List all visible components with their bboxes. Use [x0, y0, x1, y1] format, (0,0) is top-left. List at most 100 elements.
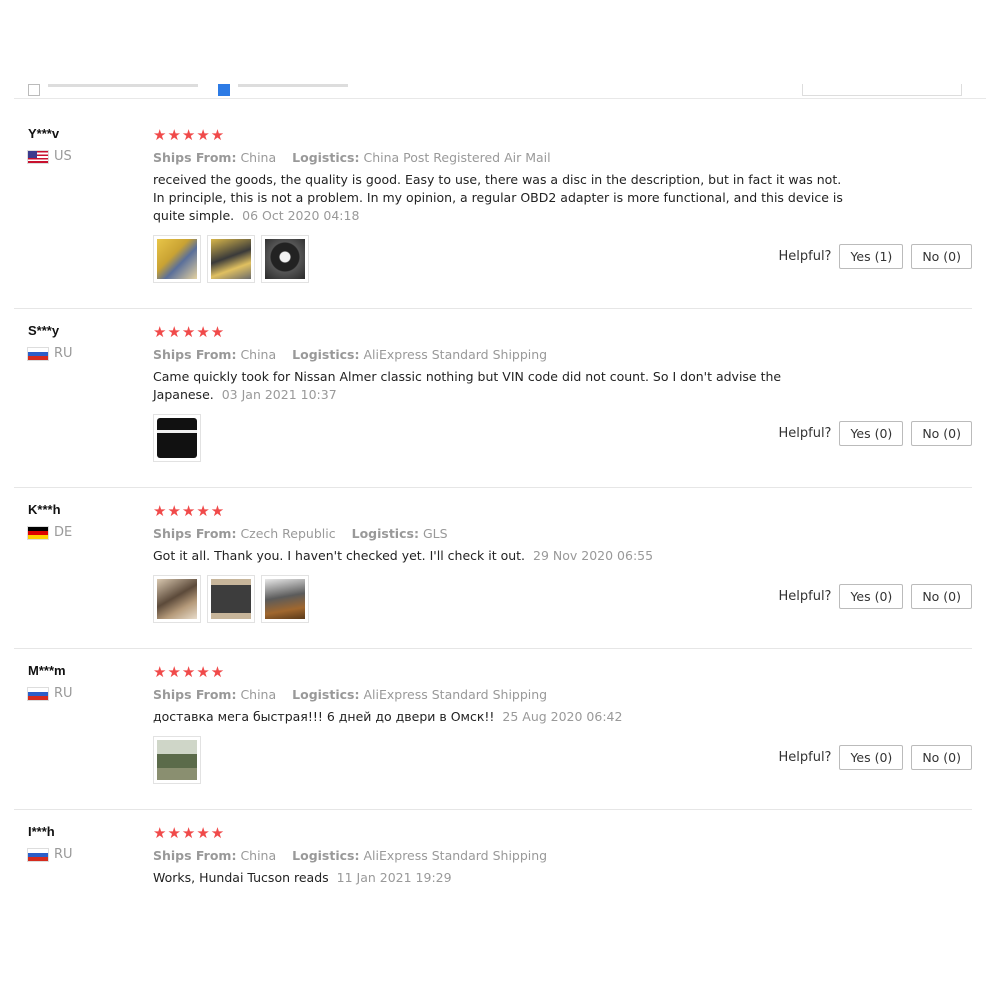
- ships-from-value: Czech Republic: [240, 526, 336, 541]
- user-name: Y***v: [28, 126, 60, 141]
- review-user: S***y RU: [28, 323, 138, 361]
- review-date: 06 Oct 2020 04:18: [242, 208, 360, 223]
- user-country: DE: [28, 525, 138, 540]
- helpful-label: Helpful?: [778, 750, 832, 765]
- helpful-label: Helpful?: [778, 589, 832, 604]
- helpful-controls: Helpful? Yes (0) No (0): [778, 745, 972, 770]
- filter-label-cut: [238, 84, 348, 87]
- filter-checkbox-checked[interactable]: [218, 84, 230, 96]
- logistics-value: AliExpress Standard Shipping: [363, 687, 548, 702]
- ships-from-label: Ships From:: [153, 526, 237, 541]
- review-text: Came quickly took for Nissan Almer class…: [153, 368, 843, 404]
- review-photo[interactable]: [153, 575, 201, 623]
- review-meta: Ships From: China Logistics: AliExpress …: [153, 687, 843, 702]
- review-photo[interactable]: [207, 235, 255, 283]
- helpful-controls: Helpful? Yes (1) No (0): [778, 244, 972, 269]
- helpful-yes-button[interactable]: Yes (0): [839, 584, 904, 609]
- user-country: RU: [28, 346, 138, 361]
- logistics-value: China Post Registered Air Mail: [363, 150, 551, 165]
- user-name: I***h: [28, 824, 55, 839]
- ships-from-value: China: [240, 848, 277, 863]
- review-list: Y***v US ★★★★★ Ships From: China Logisti…: [0, 112, 1000, 910]
- helpful-controls: Helpful? Yes (0) No (0): [778, 421, 972, 446]
- de-flag-icon: [28, 526, 48, 539]
- ships-from-value: China: [240, 347, 277, 362]
- review-body: Works, Hundai Tucson reads: [153, 870, 329, 885]
- review-photo[interactable]: [261, 575, 309, 623]
- review-meta: Ships From: China Logistics: AliExpress …: [153, 347, 843, 362]
- rating-stars: ★★★★★: [153, 502, 226, 520]
- review-text: Got it all. Thank you. I haven't checked…: [153, 547, 843, 565]
- review-content: ★★★★★ Ships From: China Logistics: China…: [153, 112, 863, 283]
- user-name: K***h: [28, 502, 61, 517]
- review-date: 25 Aug 2020 06:42: [502, 709, 623, 724]
- logistics-value: AliExpress Standard Shipping: [363, 848, 548, 863]
- review-user: K***h DE: [28, 502, 138, 540]
- logistics-value: AliExpress Standard Shipping: [363, 347, 548, 362]
- review-meta: Ships From: China Logistics: China Post …: [153, 150, 843, 165]
- review-photo[interactable]: [153, 235, 201, 283]
- ships-from-value: China: [240, 687, 277, 702]
- review-item: I***h RU ★★★★★ Ships From: China Logisti…: [14, 810, 972, 910]
- user-country: RU: [28, 686, 138, 701]
- review-photo[interactable]: [153, 736, 201, 784]
- review-item: M***m RU ★★★★★ Ships From: China Logisti…: [14, 649, 972, 810]
- ru-flag-icon: [28, 687, 48, 700]
- ships-from-label: Ships From:: [153, 848, 237, 863]
- review-content: ★★★★★ Ships From: Czech Republic Logisti…: [153, 488, 863, 623]
- review-photos: [153, 736, 843, 784]
- review-text: received the goods, the quality is good.…: [153, 171, 843, 225]
- review-meta: Ships From: Czech Republic Logistics: GL…: [153, 526, 843, 541]
- review-item: S***y RU ★★★★★ Ships From: China Logisti…: [14, 309, 972, 488]
- user-country: US: [28, 149, 138, 164]
- helpful-no-button[interactable]: No (0): [911, 421, 972, 446]
- sort-select[interactable]: [802, 84, 962, 96]
- helpful-label: Helpful?: [778, 249, 832, 264]
- review-date: 11 Jan 2021 19:29: [336, 870, 452, 885]
- ru-flag-icon: [28, 848, 48, 861]
- review-text: доставка мега быстрая!!! 6 дней до двери…: [153, 708, 843, 726]
- country-code: RU: [54, 847, 73, 862]
- helpful-no-button[interactable]: No (0): [911, 244, 972, 269]
- country-code: DE: [54, 525, 73, 540]
- user-name: S***y: [28, 323, 60, 338]
- helpful-yes-button[interactable]: Yes (0): [839, 421, 904, 446]
- review-photos: [153, 575, 843, 623]
- us-flag-icon: [28, 150, 48, 163]
- ships-from-value: China: [240, 150, 277, 165]
- review-body: доставка мега быстрая!!! 6 дней до двери…: [153, 709, 495, 724]
- review-photos: [153, 414, 843, 462]
- review-content: ★★★★★ Ships From: China Logistics: AliEx…: [153, 810, 863, 887]
- filter-checkbox[interactable]: [28, 84, 40, 96]
- logistics-label: Logistics:: [351, 526, 419, 541]
- helpful-no-button[interactable]: No (0): [911, 745, 972, 770]
- helpful-yes-button[interactable]: Yes (1): [839, 244, 904, 269]
- logistics-label: Logistics:: [292, 347, 360, 362]
- helpful-no-button[interactable]: No (0): [911, 584, 972, 609]
- logistics-label: Logistics:: [292, 687, 360, 702]
- review-date: 03 Jan 2021 10:37: [221, 387, 337, 402]
- review-photo[interactable]: [261, 235, 309, 283]
- rating-stars: ★★★★★: [153, 126, 226, 144]
- ru-flag-icon: [28, 347, 48, 360]
- review-user: M***m RU: [28, 663, 138, 701]
- review-photo[interactable]: [207, 575, 255, 623]
- logistics-label: Logistics:: [292, 150, 360, 165]
- filter-label-cut: [48, 84, 198, 87]
- review-photos: [153, 235, 843, 283]
- filter-bar: [14, 84, 986, 99]
- helpful-label: Helpful?: [778, 426, 832, 441]
- review-date: 29 Nov 2020 06:55: [533, 548, 654, 563]
- ships-from-label: Ships From:: [153, 347, 237, 362]
- review-item: K***h DE ★★★★★ Ships From: Czech Republi…: [14, 488, 972, 649]
- rating-stars: ★★★★★: [153, 824, 226, 842]
- review-item: Y***v US ★★★★★ Ships From: China Logisti…: [14, 112, 972, 309]
- review-meta: Ships From: China Logistics: AliExpress …: [153, 848, 843, 863]
- review-body: Got it all. Thank you. I haven't checked…: [153, 548, 526, 563]
- country-code: RU: [54, 346, 73, 361]
- review-photo[interactable]: [153, 414, 201, 462]
- ships-from-label: Ships From:: [153, 150, 237, 165]
- country-code: US: [54, 149, 72, 164]
- review-text: Works, Hundai Tucson reads 11 Jan 2021 1…: [153, 869, 843, 887]
- helpful-yes-button[interactable]: Yes (0): [839, 745, 904, 770]
